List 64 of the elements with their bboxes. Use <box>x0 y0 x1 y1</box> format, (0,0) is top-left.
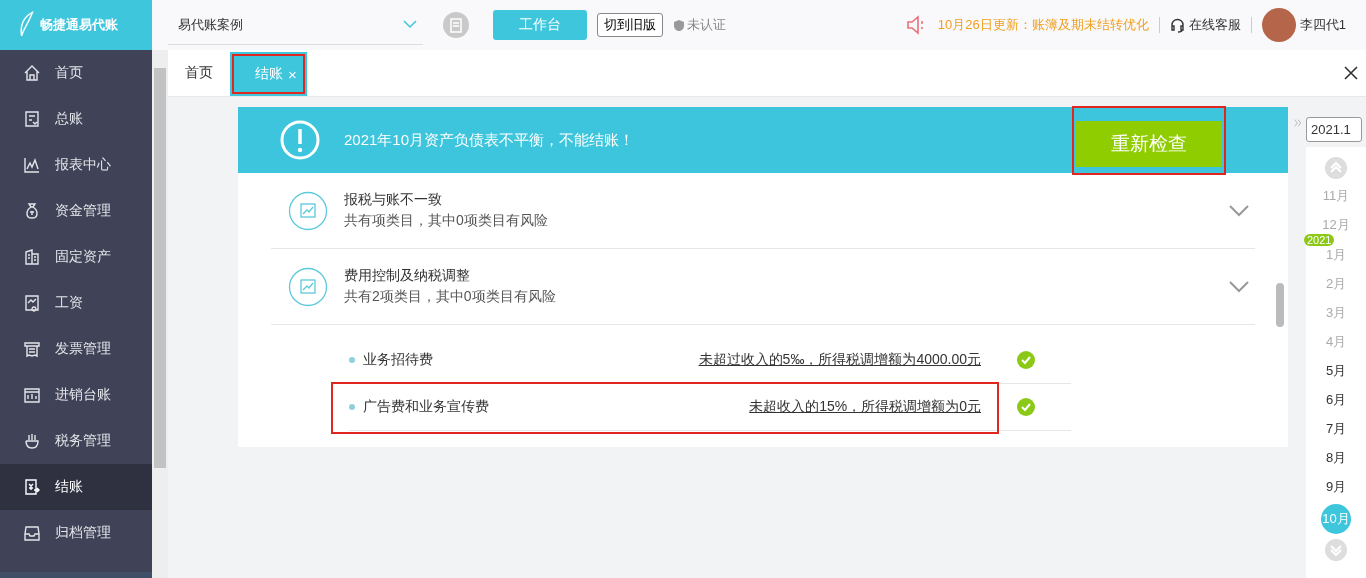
double-chevron-icon[interactable] <box>1294 117 1302 129</box>
closing-icon <box>23 478 41 496</box>
company-select[interactable]: 易代账案例 <box>168 5 423 45</box>
month-item[interactable]: 8月 <box>1325 446 1347 470</box>
sidebar-item[interactable]: 资金管理 <box>0 188 152 234</box>
date-field[interactable]: 2021.1 <box>1306 117 1362 142</box>
month-item[interactable]: 5月 <box>1325 359 1347 383</box>
sidebar-item[interactable]: 进销台账 <box>0 372 152 418</box>
close-icon[interactable] <box>1344 66 1358 80</box>
sidebar-item[interactable]: 首页 <box>0 50 152 96</box>
sidebar-item[interactable]: 归档管理 <box>0 510 152 556</box>
app-name: 畅捷通易代账 <box>40 16 118 34</box>
bullet-icon <box>349 357 355 363</box>
shield-icon <box>673 18 685 32</box>
sidebar-item[interactable]: 报表中心 <box>0 142 152 188</box>
sidebar-item[interactable]: 总账 <box>0 96 152 142</box>
double-up-icon[interactable] <box>1325 157 1347 179</box>
inventory-icon <box>23 386 41 404</box>
section-icon <box>288 266 328 307</box>
item-name: 业务招待费 <box>363 351 434 369</box>
ledger-icon <box>23 110 41 128</box>
chevron-down-icon <box>403 20 417 29</box>
double-down-icon[interactable] <box>1325 539 1347 561</box>
sidebar-item[interactable]: 税务管理 <box>0 418 152 464</box>
tax-icon <box>23 432 41 450</box>
headset-icon <box>1169 17 1185 33</box>
chevron-down-icon[interactable] <box>1229 204 1249 217</box>
panel-scrollbar[interactable] <box>1276 283 1284 327</box>
sidebar-scrollbar[interactable] <box>152 50 168 578</box>
feather-icon <box>18 11 36 39</box>
month-item[interactable]: 9月 <box>1325 475 1347 499</box>
section-title: 报税与账不一致 <box>344 191 443 209</box>
section-icon <box>288 190 328 231</box>
month-item[interactable]: 6月 <box>1325 388 1347 412</box>
line-chart-icon <box>23 156 41 174</box>
invoice-icon <box>23 340 41 358</box>
online-support-link[interactable]: 在线客服 <box>1169 16 1241 34</box>
item-result-link[interactable]: 未超收入的15%，所得税调增额为0元 <box>749 398 981 416</box>
item-result-link[interactable]: 未超过收入的5‰，所得税调增额为4000.00元 <box>698 351 981 369</box>
notebook-icon[interactable] <box>443 12 469 38</box>
archive-icon <box>23 524 41 542</box>
verification-status[interactable]: 未认证 <box>673 16 726 34</box>
exclamation-icon <box>280 120 320 160</box>
user-name[interactable]: 李四代1 <box>1299 16 1346 34</box>
sidebar-item[interactable]: 发票管理 <box>0 326 152 372</box>
year-badge: 2021 <box>1304 234 1335 246</box>
sidebar-item[interactable]: 固定资产 <box>0 234 152 280</box>
sidebar-item[interactable]: 工资 <box>0 280 152 326</box>
building-icon <box>23 248 41 266</box>
month-item[interactable]: 7月 <box>1325 417 1347 441</box>
warning-message: 2021年10月资产负债表不平衡，不能结账！ <box>344 130 635 150</box>
bullet-icon <box>349 404 355 410</box>
chevron-down-icon[interactable] <box>1229 280 1249 293</box>
money-bag-icon <box>23 202 41 220</box>
payroll-icon <box>23 294 41 312</box>
item-name: 广告费和业务宣传费 <box>363 398 490 416</box>
tab[interactable]: 首页 <box>168 50 230 96</box>
sidebar-item[interactable]: 结账 <box>0 464 152 510</box>
section-summary: 共有项类目，其中0项类目有风险 <box>344 212 549 230</box>
section-summary: 共有2项类目，其中0项类目有风险 <box>344 288 557 306</box>
user-avatar[interactable] <box>1261 8 1296 42</box>
switch-version-button[interactable]: 切到旧版 <box>597 13 663 37</box>
home-icon <box>23 64 41 82</box>
section-title: 费用控制及纳税调整 <box>344 267 471 285</box>
